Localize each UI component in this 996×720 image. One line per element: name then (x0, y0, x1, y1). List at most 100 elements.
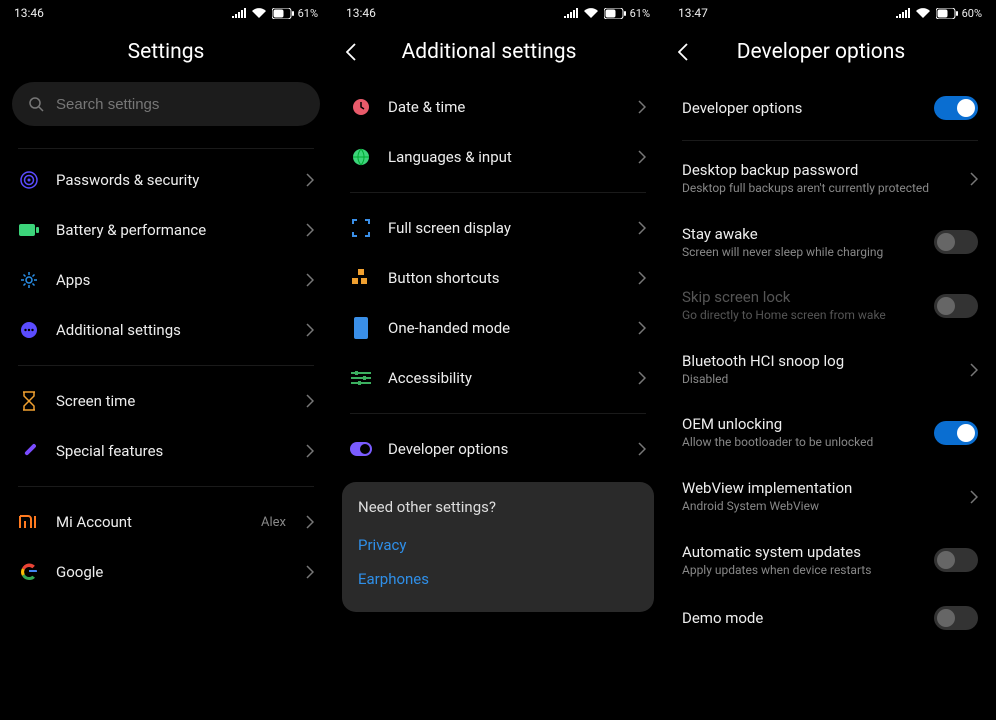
oem-toggle[interactable] (934, 421, 978, 445)
battery-icon (604, 8, 626, 19)
row-screen-time[interactable]: Screen time (0, 376, 332, 426)
back-button[interactable] (346, 43, 356, 61)
row-stay[interactable]: Stay awake Screen will never sleep while … (664, 211, 996, 275)
row-label: Languages & input (388, 148, 622, 166)
row-label: Additional settings (56, 321, 290, 339)
row-title: Desktop backup password (682, 161, 958, 179)
row-subtitle: Allow the bootloader to be unlocked (682, 435, 922, 451)
row-passwords-security[interactable]: Passwords & security (0, 155, 332, 205)
demo-toggle[interactable] (934, 606, 978, 630)
signal-icon (232, 8, 246, 18)
row-subtitle: Screen will never sleep while charging (682, 245, 922, 261)
grid-icon (350, 267, 372, 289)
updates-toggle[interactable] (934, 548, 978, 572)
globe-icon (350, 146, 372, 168)
stay-toggle[interactable] (934, 230, 978, 254)
panel-additional-settings: 13:46 61% Additional settings Date & tim… (332, 0, 664, 720)
row-label: Button shortcuts (388, 269, 622, 287)
signal-icon (896, 8, 910, 18)
chevron-right-icon (306, 444, 314, 458)
row-title: WebView implementation (682, 479, 958, 497)
chevron-right-icon (306, 323, 314, 337)
search-input[interactable] (12, 82, 320, 126)
row-webview[interactable]: WebView implementationAndroid System Web… (664, 465, 996, 529)
row-title: Stay awake (682, 225, 922, 243)
row-label: Mi Account (56, 513, 245, 531)
search-icon (28, 96, 44, 112)
battery-icon (18, 219, 40, 241)
row-label: Developer options (388, 440, 622, 458)
clock-icon (350, 96, 372, 118)
row-backup[interactable]: Desktop backup passwordDesktop full back… (664, 147, 996, 211)
link-earphones[interactable]: Earphones (358, 562, 638, 596)
toggle-icon (350, 438, 372, 460)
row-full-screen-display[interactable]: Full screen display (332, 203, 664, 253)
row-date-time[interactable]: Date & time (332, 82, 664, 132)
row-label: Date & time (388, 98, 622, 116)
chevron-right-icon (306, 515, 314, 529)
status-time: 13:46 (346, 6, 376, 20)
hourglass-icon (18, 390, 40, 412)
row-title: Bluetooth HCI snoop log (682, 352, 958, 370)
row-value: Alex (261, 515, 286, 530)
wand-icon (18, 440, 40, 462)
additional-list: Date & time Languages & input Full scree… (332, 82, 664, 612)
search-field[interactable] (56, 96, 304, 113)
sliders-icon (350, 367, 372, 389)
row-demo[interactable]: Demo mode (664, 592, 996, 644)
panel-developer-options: 13:47 60% Developer options Developer op… (664, 0, 996, 720)
row-oem[interactable]: OEM unlocking Allow the bootloader to be … (664, 401, 996, 465)
row-label: Full screen display (388, 219, 622, 237)
row-updates[interactable]: Automatic system updates Apply updates wh… (664, 529, 996, 593)
row-languages-input[interactable]: Languages & input (332, 132, 664, 182)
row-one-handed-mode[interactable]: One-handed mode (332, 303, 664, 353)
developer-list: Developer options Desktop backup password… (664, 82, 996, 644)
shield-icon (18, 169, 40, 191)
row-devopts[interactable]: Developer options (664, 82, 996, 134)
row-mi-account[interactable]: Mi Account Alex (0, 497, 332, 547)
row-accessibility[interactable]: Accessibility (332, 353, 664, 403)
row-developer-options[interactable]: Developer options (332, 424, 664, 474)
row-label: Screen time (56, 392, 290, 410)
row-label: One-handed mode (388, 319, 622, 337)
row-special-features[interactable]: Special features (0, 426, 332, 476)
dots-icon (18, 319, 40, 341)
mi-logo-icon (18, 511, 40, 533)
page-title: Developer options (737, 40, 905, 64)
row-apps[interactable]: Apps (0, 255, 332, 305)
row-button-shortcuts[interactable]: Button shortcuts (332, 253, 664, 303)
row-title: OEM unlocking (682, 415, 922, 433)
row-subtitle: Go directly to Home screen from wake (682, 308, 922, 324)
row-hci[interactable]: Bluetooth HCI snoop log Disabled (664, 338, 996, 402)
row-google[interactable]: Google (0, 547, 332, 597)
row-battery-performance[interactable]: Battery & performance (0, 205, 332, 255)
row-label: Battery & performance (56, 221, 290, 239)
row-subtitle: Disabled (682, 372, 958, 388)
row-title: Developer options (682, 99, 922, 117)
battery-percent: 61% (630, 7, 650, 20)
row-label: Apps (56, 271, 290, 289)
link-privacy[interactable]: Privacy (358, 528, 638, 562)
chevron-right-icon (638, 321, 646, 335)
battery-percent: 61% (298, 7, 318, 20)
page-title: Settings (128, 40, 205, 64)
chevron-right-icon (638, 150, 646, 164)
row-label: Google (56, 563, 290, 581)
chevron-right-icon (638, 100, 646, 114)
back-button[interactable] (678, 43, 688, 61)
page-title: Additional settings (402, 40, 577, 64)
chevron-right-icon (638, 442, 646, 456)
chevron-right-icon (638, 371, 646, 385)
phone-icon (350, 317, 372, 339)
row-title: Automatic system updates (682, 543, 922, 561)
row-title: Skip screen lock (682, 288, 922, 306)
row-subtitle: Apply updates when device restarts (682, 563, 922, 579)
row-additional-settings[interactable]: Additional settings (0, 305, 332, 355)
wifi-icon (584, 8, 598, 18)
row-title: Demo mode (682, 609, 922, 627)
row-label: Accessibility (388, 369, 622, 387)
gear-icon (18, 269, 40, 291)
row-skip[interactable]: Skip screen lock Go directly to Home scre… (664, 274, 996, 338)
chevron-right-icon (306, 394, 314, 408)
devopts-toggle[interactable] (934, 96, 978, 120)
